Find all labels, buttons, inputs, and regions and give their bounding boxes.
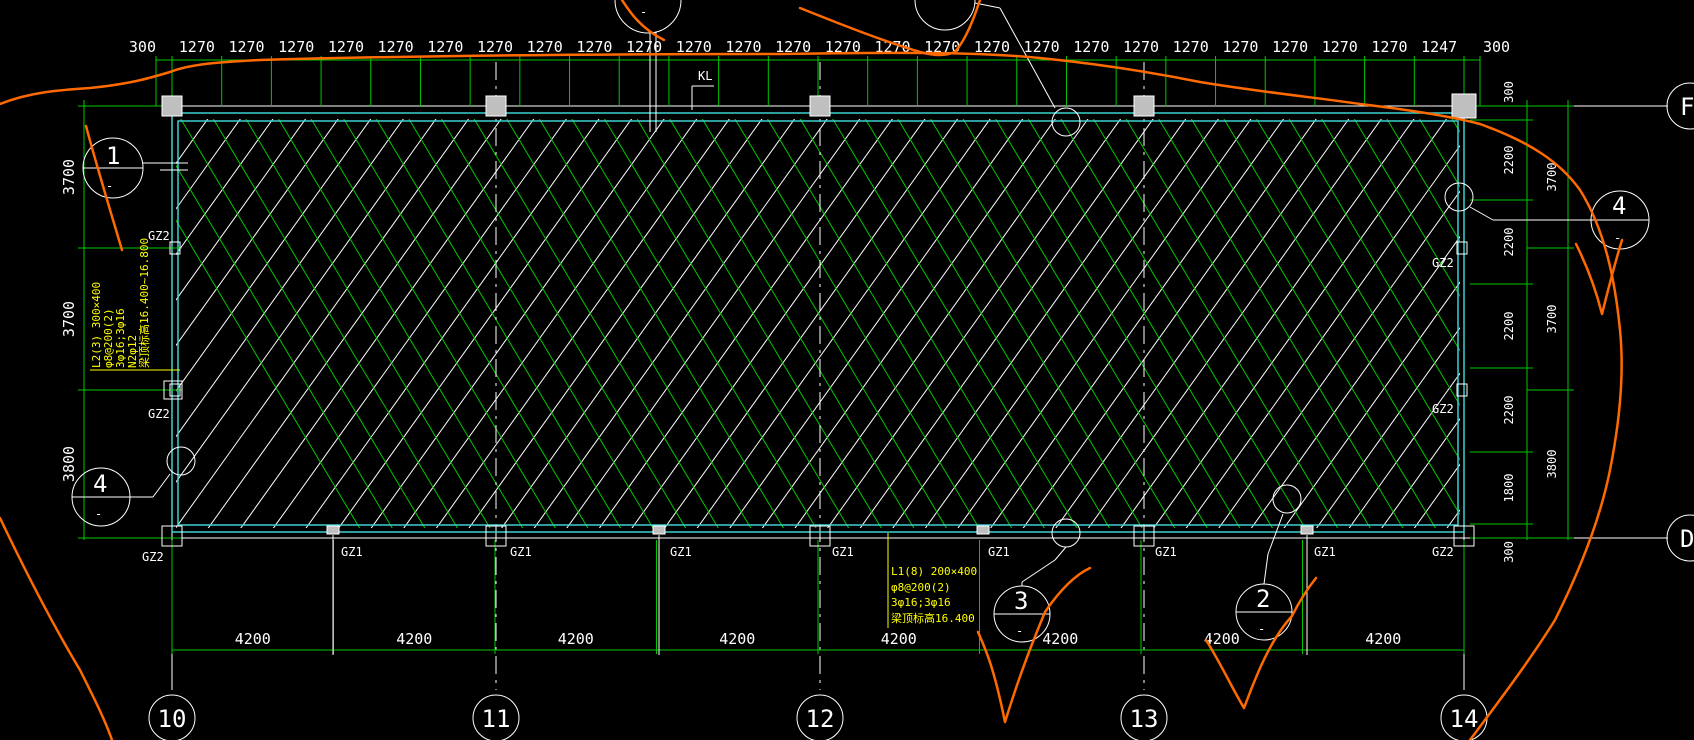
axis-label: D [1680,525,1694,553]
drawing-background [0,0,1694,740]
gz1-label: GZ1 [510,545,532,559]
gz2-label: GZ2 [1432,545,1454,559]
top-dim-label: 1270 [1024,38,1060,56]
gz2-label: GZ2 [1432,256,1454,270]
gz1-label: GZ1 [341,545,363,559]
left-dim-label: 3700 [60,301,78,337]
gz1-label: GZ1 [1314,545,1336,559]
top-dim-label: 1270 [1272,38,1308,56]
top-dim-label: 1270 [527,38,563,56]
right-inner-dim-label: 300 [1502,541,1516,563]
kz-column-top [485,95,507,117]
beam-left-line: 梁顶标高16.400~16.800 [137,238,151,368]
kz-column-top [1133,95,1155,117]
axis-label: 12 [806,705,835,733]
axis-label: 14 [1450,705,1479,733]
right-inner-dim-label: 2200 [1502,228,1516,257]
top-dim-label: 1270 [1322,38,1358,56]
kl-text: KL [698,69,712,83]
gz1-column [1300,525,1314,535]
top-dim-label: 1270 [1073,38,1109,56]
beam-bottom-line: φ8@200(2) [891,581,951,594]
top-dim-label: 1270 [427,38,463,56]
section-number: 3 [937,0,951,2]
gz1-label: GZ1 [988,545,1010,559]
top-dim-label: 1270 [179,38,215,56]
bottom-dim-label: 4200 [558,630,594,648]
axis-label: 13 [1130,705,1159,733]
section-sub: - [95,507,102,521]
beam-bottom-line: 梁顶标高16.400 [891,611,975,625]
bottom-dim-label: 4200 [396,630,432,648]
right-outer-dim-label: 3700 [1545,163,1559,192]
right-inner-dim-label: 2200 [1502,396,1516,425]
gz1-column [652,525,666,535]
right-inner-dim-label: 2200 [1502,146,1516,175]
section-sub: - [106,179,113,193]
right-outer-dim-label: 3800 [1545,450,1559,479]
axis-label: 11 [482,705,511,733]
right-inner-dim-label: 2200 [1502,312,1516,341]
section-number: 4 [1612,192,1626,220]
top-dim-label: 1270 [1123,38,1159,56]
axis-label: 10 [158,705,187,733]
gz2-label: GZ2 [148,229,170,243]
right-inner-dim-label: 1800 [1502,474,1516,503]
gz1-label: GZ1 [1155,545,1177,559]
cad-drawing: 300 1270 1270 1270 1270 1270 1270 1270 1270 1270 1… [0,0,1694,740]
section-sub: - [1016,624,1023,638]
beam-bottom-line: L1(8) 200×400 [891,565,977,578]
top-dim-label: 1270 [228,38,264,56]
bottom-dim-label: 4200 [881,630,917,648]
bottom-dim-label: 4200 [1365,630,1401,648]
axis-label: F [1680,93,1694,121]
top-dim-label: 1247 [1421,38,1457,56]
gz1-column [976,525,990,535]
kz-column-top [1451,93,1477,119]
gz2-label: GZ2 [148,407,170,421]
left-dim-label: 3700 [60,159,78,195]
section-number: 4 [93,470,107,498]
section-number: 3 [1014,587,1028,615]
kz-column-top [809,95,831,117]
gz2-label: GZ2 [1432,402,1454,416]
beam-bottom-line: 3φ16;3φ16 [891,596,951,609]
bottom-dim-label: 4200 [719,630,755,648]
right-inner-dim-label: 300 [1502,81,1516,103]
top-dim-label: 300 [129,38,156,56]
right-outer-dim-label: 3700 [1545,305,1559,334]
bottom-dim-label: 4200 [235,630,271,648]
top-dim-label: 1270 [378,38,414,56]
top-dim-label: 1270 [1173,38,1209,56]
section-number: 1 [106,142,120,170]
gz2-label: GZ2 [142,550,164,564]
gz1-label: GZ1 [832,545,854,559]
top-dim-label: 300 [1483,38,1510,56]
left-dim-label: 3800 [60,446,78,482]
bottom-dim-label: 4200 [1042,630,1078,648]
top-dim-label: 1270 [278,38,314,56]
top-dim-label: 1270 [1222,38,1258,56]
top-dim-label: 1270 [1371,38,1407,56]
gz1-column [326,525,340,535]
top-dim-label: 1270 [477,38,513,56]
section-sub: - [640,5,647,19]
top-dim-label: 1270 [328,38,364,56]
gz1-label: GZ1 [670,545,692,559]
section-sub: - [1258,622,1265,636]
section-number: 2 [1256,585,1270,613]
kz-column-top [161,95,183,117]
